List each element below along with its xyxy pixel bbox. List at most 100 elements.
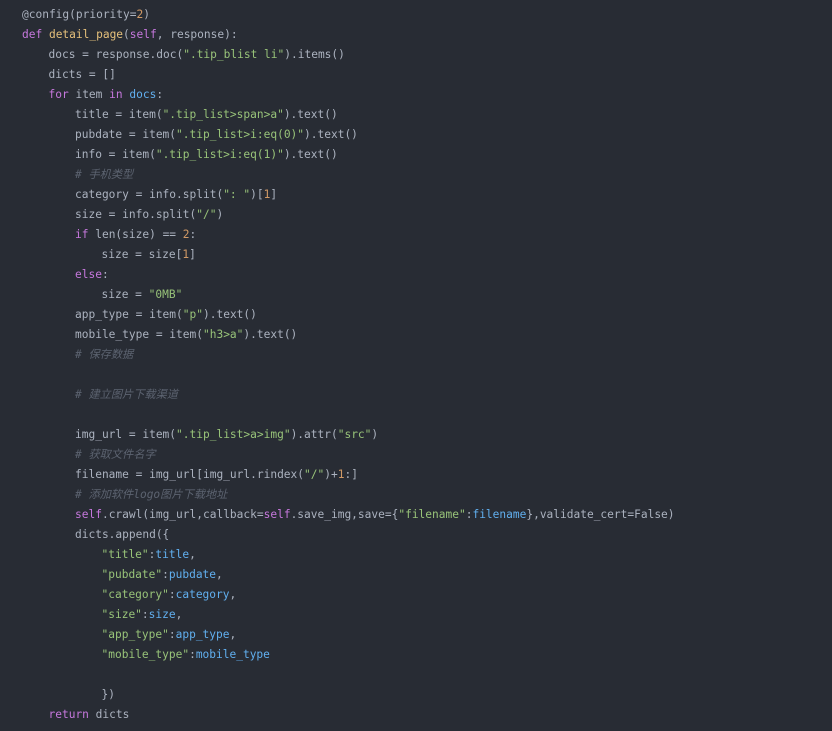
code-token: .crawl(img_url,callback= — [101, 508, 264, 521]
code-token: docs = response.doc( — [48, 48, 184, 61]
code-token: self — [263, 508, 291, 521]
code-line: @config(priority=2) — [22, 5, 675, 25]
code-token: ).text() — [283, 148, 338, 161]
code-line: img_url = item(".tip_list>a>img").attr("… — [22, 425, 675, 445]
code-token: 2 — [182, 228, 190, 241]
code-token: : — [189, 648, 196, 661]
code-token: : — [156, 88, 164, 101]
code-token: , — [229, 628, 237, 641]
code-token: @config(priority= — [22, 8, 137, 21]
code-token: )[ — [250, 188, 264, 201]
code-line: def detail_page(self, response): — [22, 25, 675, 45]
code-token: detail_page — [48, 28, 124, 41]
code-line: self.crawl(img_url,callback=self.save_im… — [22, 505, 675, 525]
code-line: pubdate = item(".tip_list>i:eq(0)").text… — [22, 125, 675, 145]
code-token: : — [168, 628, 176, 641]
code-token: size = — [101, 288, 149, 301]
code-token: ) — [143, 8, 151, 21]
code-token: "title" — [101, 548, 149, 561]
code-line: }) — [22, 685, 675, 705]
code-token: dicts = [] — [48, 68, 116, 81]
code-token: ".tip_list>i:eq(0)" — [176, 128, 305, 141]
code-line: filename = img_url[img_url.rindex("/")+1… — [22, 465, 675, 485]
code-line: # 保存数据 — [22, 345, 675, 365]
code-line: title = item(".tip_list>span>a").text() — [22, 105, 675, 125]
code-token: ) — [371, 428, 379, 441]
code-token: ).text() — [304, 128, 358, 141]
code-token: "p" — [182, 308, 203, 321]
code-token: len(size) == — [95, 228, 183, 241]
code-token: app_type — [175, 628, 230, 641]
code-token: "pubdate" — [101, 568, 163, 581]
code-token: filename — [472, 508, 527, 521]
code-line: else: — [22, 265, 675, 285]
code-token: },validate_cert=False) — [526, 508, 675, 521]
code-line: size = "0MB" — [22, 285, 675, 305]
code-token: pubdate — [168, 568, 217, 581]
code-token: app_type = item( — [75, 308, 183, 321]
code-token: info = item( — [75, 148, 156, 161]
code-token: category = info.split( — [75, 188, 224, 201]
code-token: : — [168, 588, 176, 601]
code-line: "title":title, — [22, 545, 675, 565]
code-token: self — [129, 28, 157, 41]
code-token: "filename" — [398, 508, 466, 521]
code-line: size = info.split("/") — [22, 205, 675, 225]
code-token: "mobile_type" — [101, 648, 190, 661]
code-token: ] — [189, 248, 196, 261]
code-line: # 添加软件logo图片下载地址 — [22, 485, 675, 505]
code-line: mobile_type = item("h3>a").text() — [22, 325, 675, 345]
code-token: mobile_type = item( — [75, 328, 203, 341]
code-token: "/" — [304, 468, 325, 481]
code-token: pubdate = item( — [75, 128, 177, 141]
code-token: return — [48, 708, 96, 721]
code-token: # 手机类型 — [75, 168, 134, 181]
code-token: : — [189, 228, 197, 241]
code-token: # 建立图片下载渠道 — [75, 388, 178, 401]
code-token: size = info.split( — [75, 208, 197, 221]
code-token: "size" — [101, 608, 142, 621]
code-token: ] — [270, 188, 278, 201]
code-token: ).text() — [283, 108, 338, 121]
code-token: if — [75, 228, 96, 241]
code-token: ) — [216, 208, 224, 221]
code-token: else — [75, 268, 102, 281]
code-token: , — [175, 608, 183, 621]
code-token: "src" — [337, 428, 372, 441]
code-line: if len(size) == 2: — [22, 225, 675, 245]
code-line: # 获取文件名字 — [22, 445, 675, 465]
code-line: dicts.append({ — [22, 525, 675, 545]
code-line: return dicts — [22, 705, 675, 725]
code-token: ".tip_blist li" — [183, 48, 285, 61]
code-token: docs — [129, 88, 157, 101]
code-token: in — [109, 88, 130, 101]
code-token: ": " — [223, 188, 251, 201]
code-token: title — [155, 548, 190, 561]
code-token: ".tip_list>span>a" — [162, 108, 284, 121]
code-token: ).attr( — [290, 428, 338, 441]
code-line: for item in docs: — [22, 85, 675, 105]
code-token: "h3>a" — [202, 328, 244, 341]
code-token: title = item( — [75, 108, 163, 121]
code-token: dicts — [95, 708, 130, 721]
code-token: size = size[ — [101, 248, 183, 261]
code-token: :] — [344, 468, 358, 481]
code-token: .save_img,save={ — [290, 508, 399, 521]
code-line: info = item(".tip_list>i:eq(1)").text() — [22, 145, 675, 165]
code-line: app_type = item("p").text() — [22, 305, 675, 325]
code-token: "app_type" — [101, 628, 169, 641]
code-token: ).text() — [203, 308, 257, 321]
code-token: , — [189, 548, 196, 561]
code-line: size = size[1] — [22, 245, 675, 265]
code-token: # 添加软件logo图片下载地址 — [75, 488, 228, 501]
code-line: "mobile_type":mobile_type — [22, 645, 675, 665]
code-token: "category" — [101, 588, 169, 601]
code-token: # 获取文件名字 — [75, 448, 156, 461]
code-token: , — [216, 568, 223, 581]
code-block: @config(priority=2) def detail_page(self,… — [22, 5, 675, 725]
code-line: "app_type":app_type, — [22, 625, 675, 645]
code-token: dicts.append({ — [75, 528, 170, 541]
code-token: ( — [123, 28, 130, 41]
